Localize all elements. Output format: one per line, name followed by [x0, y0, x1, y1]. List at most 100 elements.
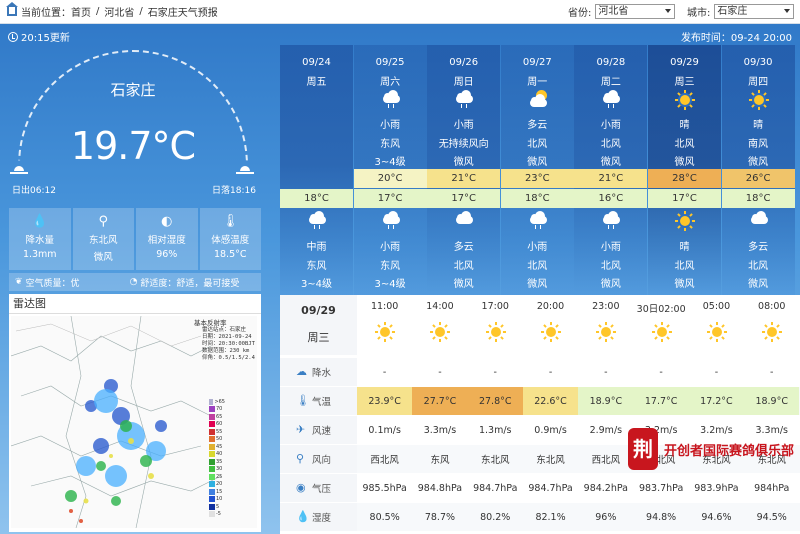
- rain-drop-icon: 💧: [31, 214, 48, 229]
- breadcrumb-sep: /: [96, 6, 100, 17]
- day-wind-power: 微风: [527, 157, 548, 168]
- stat-value: 96%: [156, 249, 178, 260]
- hourly-row-label: ✈ 风速: [280, 416, 357, 444]
- night-wind-direction: 北风: [453, 261, 474, 272]
- hourly-sun-icon: [430, 322, 451, 342]
- night-wind-direction: 东风: [380, 261, 401, 272]
- forecast-day[interactable]: 09/27 周一 多云 北风 微风 23°C 18°C 小雨 北风 微风: [500, 45, 574, 295]
- radar-scale-step: 5: [209, 503, 225, 511]
- sun-icon: [675, 90, 695, 110]
- leaf-icon: ❦: [15, 277, 23, 287]
- hourly-cell: 22.6°C: [522, 387, 579, 415]
- hourly-time: 20:00: [536, 301, 565, 312]
- night-wind-power: 微风: [453, 279, 474, 290]
- radar-scale-step: 30: [209, 466, 225, 474]
- day-wind-power: 微风: [600, 157, 621, 168]
- hourly-time: 30日02:00: [636, 304, 686, 315]
- stat-label: 相对湿度: [147, 235, 186, 246]
- radar-station: 雷达站点：石家庄: [202, 327, 247, 333]
- night-weather: 多云: [453, 242, 474, 253]
- hourly-cell: 983.9hPa: [694, 482, 739, 494]
- radar-scale-step: 60: [209, 421, 225, 429]
- day-wind-direction: 东风: [380, 139, 401, 150]
- rain-cloud-icon: [454, 90, 474, 108]
- rain-cloud-icon: [528, 211, 548, 229]
- hourly-cell: 80.2%: [480, 511, 511, 523]
- night-wind-direction: 北风: [527, 261, 548, 272]
- forecast-day[interactable]: 09/30 周四晴南风 微风 26°C 18°C 多云 北风 微风: [721, 45, 795, 295]
- update-text: 20:15更新: [21, 33, 70, 44]
- stat-value: 18.5°C: [213, 249, 247, 260]
- wind-direction-icon: ⚲: [296, 452, 305, 465]
- radar-range: 数据范围：230 km: [202, 348, 250, 354]
- night-wind-power: 微风: [748, 279, 769, 290]
- hourly-time: 08:00: [758, 301, 786, 312]
- hourly-time: 11:00: [370, 301, 399, 312]
- forecast-day[interactable]: 09/28 周二 小雨 北风 微风 21°C 16°C 小雨 北风 微风: [574, 45, 648, 295]
- hourly-cell: -: [382, 366, 387, 378]
- update-time: 20:15更新: [8, 29, 70, 44]
- day-wind-power: 微风: [674, 157, 695, 168]
- radar-scale-label: 10: [216, 496, 223, 503]
- radar-scale-label: 5: [216, 503, 220, 510]
- forecast-day[interactable]: 09/26 周日 小雨 无持续风向 微风 21°C 17°C 多云 北风 微风: [427, 45, 501, 295]
- breadcrumb-home[interactable]: 首页: [71, 4, 91, 19]
- night-weather: 多云: [748, 242, 769, 253]
- breadcrumb-province[interactable]: 河北省: [104, 4, 134, 19]
- night-wind-direction: 北风: [600, 261, 621, 272]
- hourly-row-label: 🌡 气温: [280, 387, 357, 415]
- hourly-cell: 东北风: [480, 455, 510, 466]
- radar-scale-label: 55: [216, 428, 223, 435]
- row-label-text: 气温: [312, 397, 332, 408]
- breadcrumb-sep: /: [139, 6, 143, 17]
- radar-scale-step: 35: [209, 458, 225, 466]
- radar-info: 基本反射率 雷达站点：石家庄 日期：2021-09-24 时间：20:30:00…: [194, 320, 255, 362]
- city-select[interactable]: 石家庄: [714, 4, 795, 19]
- hourly-cell: 西北风: [591, 455, 621, 466]
- watermark: 荆 开创者国际赛鸽俱乐部: [627, 428, 794, 470]
- day-weather: 小雨: [600, 120, 621, 131]
- hourly-cell: 984.8hPa: [417, 482, 463, 494]
- high-temp: 21°C: [574, 169, 648, 188]
- row-label-text: 风速: [312, 426, 332, 437]
- sunset-time: 日落18:16: [212, 186, 256, 196]
- hourly-cell: 984hPa: [754, 482, 790, 494]
- province-select-wrap: 省份: 河北省: [568, 4, 676, 19]
- forecast-date: 09/24: [302, 57, 331, 68]
- day-wind-direction: 北风: [674, 139, 695, 150]
- city-label: 城市:: [687, 8, 711, 19]
- comfort: 舒适度：舒适，最可接受: [140, 278, 240, 289]
- night-wind-direction: 北风: [674, 261, 695, 272]
- hourly-cell: 23.9°C: [357, 387, 413, 415]
- forecast-weekday: 周五: [306, 77, 327, 88]
- radar-scale-label: 25: [216, 473, 223, 480]
- forecast-weekday: 周六: [380, 77, 401, 88]
- forecast-day[interactable]: 09/29 周三晴北风 微风 28°C 17°C 晴北风 微风: [648, 45, 721, 301]
- hourly-cell: 1.3m/s: [478, 424, 512, 436]
- forecast-day[interactable]: 09/25 周六 小雨 东风 3~4级 20°C 17°C 小雨 东风 3~4级: [353, 45, 427, 295]
- province-select[interactable]: 河北省: [595, 4, 676, 19]
- hourly-row-label: ☁ 降水: [280, 358, 357, 386]
- day-weather: 多云: [527, 120, 548, 131]
- hourly-row-humidity: 💧 湿度 80.5% 78.7% 80.2% 82.1% 96% 94.8% 94.6% 94.5…: [280, 503, 800, 531]
- radar-map[interactable]: 基本反射率 雷达站点：石家庄 日期：2021-09-24 时间：20:30:00…: [11, 316, 257, 528]
- night-wind-power: 3~4级: [374, 279, 406, 290]
- cloud-icon: [454, 211, 474, 225]
- night-weather: 小雨: [600, 242, 621, 253]
- high-temp: 26°C: [721, 169, 795, 188]
- hourly-cell: 94.8%: [646, 511, 677, 523]
- radar-scale-step: 15: [209, 488, 225, 496]
- forecast-date: 09/27: [522, 57, 552, 68]
- forecast-date: 09/28: [596, 57, 626, 68]
- radar-scale-label: 35: [216, 458, 223, 465]
- hourly-time: 05:00: [702, 301, 731, 312]
- hourly-cell: 0.1m/s: [368, 424, 401, 436]
- high-temp: [280, 169, 353, 188]
- row-label-text: 气压: [312, 484, 332, 495]
- hourly-cell: 984.7hPa: [528, 482, 573, 494]
- hourly-cell: -: [604, 366, 608, 378]
- forecast-day[interactable]: 09/24 周五 18°C 中雨 东风 3~4级: [280, 45, 353, 295]
- radar-scale-step: 55: [209, 428, 225, 436]
- stat-value: 1.3mm: [22, 249, 57, 260]
- night-wind-power: 3~4级: [300, 279, 333, 290]
